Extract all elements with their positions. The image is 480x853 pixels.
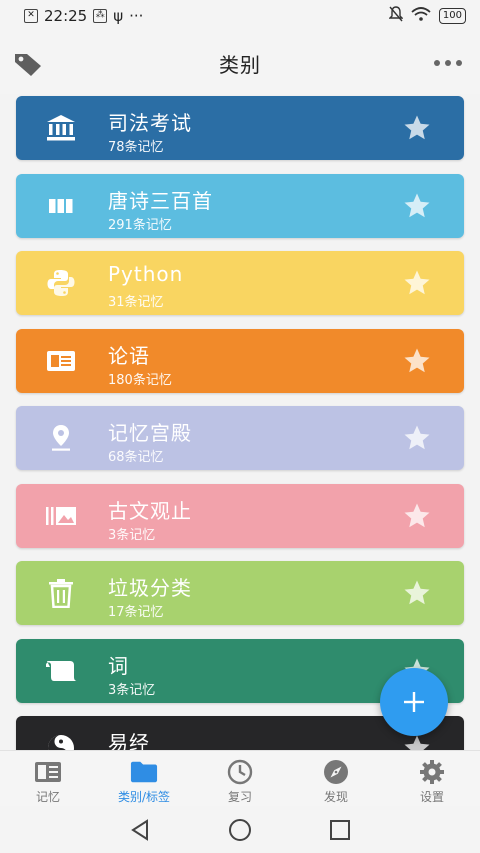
nav-label: 复习 (227, 790, 252, 804)
recents-icon[interactable] (329, 819, 351, 841)
category-name: Python (108, 262, 184, 286)
back-icon[interactable] (129, 818, 151, 841)
trash-icon (44, 577, 78, 609)
category-card[interactable]: 唐诗三百首 291条记忆 (16, 173, 464, 238)
star-icon[interactable] (402, 346, 432, 376)
yin-yang-icon (44, 732, 78, 750)
status-bar: ✕ 22:25 ⁂ ψ ··· 100 (0, 0, 480, 32)
category-name: 易经 (108, 731, 150, 750)
system-navigation-bar (0, 806, 480, 853)
tag-icon (15, 54, 41, 76)
category-list[interactable]: 司法考试 78条记忆 唐诗三百首 291条记忆 Python 31条记忆 论语 … (0, 94, 480, 750)
nav-label: 记忆 (35, 790, 60, 804)
plus-icon (404, 692, 424, 712)
category-card[interactable]: 古文观止 3条记忆 (16, 483, 464, 548)
python-icon (44, 267, 78, 299)
nav-item-categories[interactable]: 类别/标签 (96, 751, 192, 806)
star-icon[interactable] (402, 501, 432, 531)
star-icon[interactable] (402, 113, 432, 143)
usb-icon: ψ (113, 7, 124, 25)
folder-icon (130, 759, 158, 785)
mute-icon (388, 6, 404, 26)
category-count: 3条记忆 (108, 682, 156, 698)
category-card[interactable]: 司法考试 78条记忆 (16, 96, 464, 160)
nav-item-settings[interactable]: 设置 (384, 751, 480, 806)
category-card[interactable]: Python 31条记忆 (16, 251, 464, 315)
category-count: 31条记忆 (108, 295, 164, 310)
compass-icon (322, 759, 350, 785)
gear-icon (418, 759, 446, 785)
clock-icon (226, 759, 254, 785)
tag-button[interactable] (12, 48, 44, 80)
status-time: 22:25 (44, 7, 88, 25)
nav-item-review[interactable]: 复习 (192, 751, 288, 806)
category-count: 180条记忆 (108, 372, 172, 388)
wifi-icon (411, 7, 431, 25)
location-pin-icon (44, 422, 78, 454)
category-name: 论语 (108, 343, 150, 368)
scroll-icon (44, 655, 78, 687)
category-name: 司法考试 (108, 111, 192, 135)
category-name: 词 (108, 653, 129, 678)
category-name: 垃圾分类 (108, 576, 192, 600)
nav-label: 设置 (419, 790, 444, 804)
battery-indicator: 100 (438, 8, 466, 24)
nav-item-discover[interactable]: 发现 (288, 751, 384, 806)
category-name: 唐诗三百首 (108, 188, 213, 213)
columns-icon (44, 190, 78, 222)
more-notifications-icon: ··· (129, 7, 144, 25)
memo-icon (34, 759, 62, 785)
id-card-icon (44, 345, 78, 377)
star-icon[interactable] (402, 423, 432, 453)
star-icon[interactable] (402, 191, 432, 221)
category-count: 17条记忆 (108, 605, 164, 620)
app-notification-icon: ⁂ (93, 9, 108, 23)
nav-label: 发现 (323, 790, 348, 804)
nav-item-memory[interactable]: 记忆 (0, 751, 96, 806)
category-card[interactable]: 记忆宫殿 68条记忆 (16, 406, 464, 470)
category-count: 291条记忆 (108, 217, 172, 233)
category-count: 3条记忆 (108, 527, 156, 543)
nav-label: 类别/标签 (117, 790, 171, 804)
star-icon[interactable] (402, 268, 432, 298)
bank-icon (44, 112, 78, 144)
category-name: 记忆宫殿 (108, 421, 192, 445)
category-card[interactable]: 论语 180条记忆 (16, 328, 464, 393)
home-icon[interactable] (228, 818, 252, 842)
category-count: 68条记忆 (108, 450, 164, 465)
category-name: 古文观止 (108, 498, 192, 523)
more-dots-icon (434, 60, 440, 66)
photo-library-icon (44, 500, 78, 532)
app-bar: 类别 (0, 32, 480, 94)
add-category-button[interactable] (380, 668, 448, 736)
notification-close-icon: ✕ (24, 9, 38, 23)
category-card[interactable]: 垃圾分类 17条记忆 (16, 561, 464, 625)
more-options-button[interactable] (430, 50, 466, 76)
bottom-navigation: 记忆 类别/标签 复习 发现 设置 (0, 750, 480, 806)
category-count: 78条记忆 (108, 140, 164, 155)
star-icon[interactable] (402, 578, 432, 608)
page-title: 类别 (219, 52, 261, 77)
